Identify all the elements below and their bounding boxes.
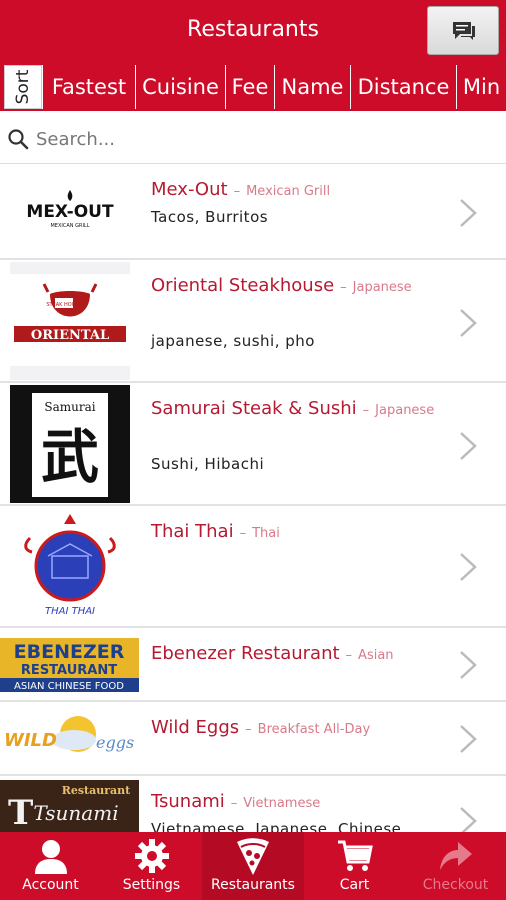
restaurant-cuisine: Breakfast All-Day [257, 722, 371, 737]
separator: – [230, 796, 238, 811]
restaurant-cuisine: Japanese [375, 403, 435, 418]
person-icon [34, 840, 67, 874]
restaurant-tags: Vietnamese, Japanese, Chinese [151, 820, 402, 832]
separator: – [245, 722, 252, 737]
chat-button[interactable] [427, 6, 499, 55]
tab-restaurants[interactable]: Restaurants [202, 832, 304, 900]
svg-text:MEXICAN GRILL: MEXICAN GRILL [50, 223, 89, 229]
svg-text:Tsunami: Tsunami [33, 801, 118, 825]
restaurant-row-samurai[interactable]: Samurai 武 Samurai Steak & Sushi – Japanese… [0, 383, 506, 506]
tab-label: Restaurants [211, 877, 295, 893]
restaurant-cuisine: Thai [252, 526, 280, 541]
restaurant-cuisine: Asian [358, 648, 394, 663]
search-input[interactable] [36, 124, 496, 154]
svg-text:THAI THAI: THAI THAI [45, 606, 95, 617]
sort-label: Sort [4, 65, 42, 109]
sort-name-button[interactable]: Name [274, 65, 350, 109]
bottom-tab-bar: Account Settings Restaurants Cart Checko… [0, 832, 506, 900]
svg-text:武: 武 [41, 423, 99, 491]
svg-text:T: T [8, 793, 33, 832]
restaurant-row-oriental-steakhouse[interactable]: STEAK HOUSE ORIENTAL Oriental Steakhouse… [0, 260, 506, 383]
search-icon [8, 129, 29, 150]
restaurant-row-wild-eggs[interactable]: WILD eggs Wild Eggs – Breakfast All-Day [0, 702, 506, 776]
sort-bar: Sort Fastest Cuisine Fee Name Distance M… [0, 63, 506, 111]
chevron-right-icon [460, 553, 477, 581]
tab-label: Account [22, 877, 79, 893]
svg-text:EBENEZER: EBENEZER [14, 641, 125, 663]
svg-text:Samurai: Samurai [44, 400, 95, 414]
svg-text:eggs: eggs [96, 733, 134, 752]
tab-cart[interactable]: Cart [304, 832, 405, 900]
svg-text:MEX-OUT: MEX-OUT [26, 202, 114, 222]
svg-text:ORIENTAL: ORIENTAL [31, 328, 109, 343]
tab-checkout[interactable]: Checkout [405, 832, 506, 900]
restaurant-tags: Sushi, Hibachi [151, 455, 265, 473]
restaurant-row-ebenezer[interactable]: EBENEZER RESTAURANT ASIAN CHINESE FOOD E… [0, 628, 506, 702]
restaurant-row-tsunami[interactable]: Restaurant T Tsunami Tsunami – Vietnamese … [0, 776, 506, 832]
sort-cuisine-button[interactable]: Cuisine [135, 65, 225, 109]
share-arrow-icon [439, 842, 472, 870]
restaurant-row-thai-thai[interactable]: THAI THAI Thai Thai – Thai [0, 506, 506, 628]
restaurant-name: Thai Thai [151, 521, 234, 542]
samurai-logo: Samurai 武 [10, 385, 130, 503]
tab-account[interactable]: Account [0, 832, 101, 900]
sort-fee-button[interactable]: Fee [225, 65, 274, 109]
restaurant-name: Oriental Steakhouse [151, 275, 335, 296]
restaurant-list: MEX-OUT MEXICAN GRILL Mex-Out – Mexican Gr… [0, 166, 506, 832]
separator: – [233, 184, 241, 199]
ebenezer-logo: EBENEZER RESTAURANT ASIAN CHINESE FOOD [0, 638, 139, 692]
separator: – [362, 403, 370, 418]
oriental-steakhouse-logo: STEAK HOUSE ORIENTAL [10, 262, 130, 380]
separator: – [340, 280, 347, 295]
svg-text:STEAK HOUSE: STEAK HOUSE [46, 302, 81, 308]
restaurant-name: Wild Eggs [151, 717, 240, 738]
sort-distance-button[interactable]: Distance [350, 65, 456, 109]
mex-out-logo: MEX-OUT MEXICAN GRILL [10, 176, 130, 250]
tab-label: Checkout [422, 877, 489, 893]
restaurant-cuisine: Mexican Grill [246, 184, 331, 199]
tab-label: Cart [339, 877, 370, 893]
separator: – [345, 648, 353, 663]
tab-settings[interactable]: Settings [101, 832, 202, 900]
chevron-right-icon [460, 651, 477, 679]
svg-text:WILD: WILD [4, 730, 57, 751]
cart-icon [337, 840, 373, 871]
top-bar: Restaurants [0, 0, 506, 63]
search-bar [0, 114, 506, 164]
tsunami-logo: Restaurant T Tsunami [0, 780, 139, 832]
gear-icon [134, 839, 169, 873]
restaurant-name: Mex-Out [151, 179, 228, 200]
restaurant-name: Ebenezer Restaurant [151, 643, 340, 664]
restaurant-cuisine: Vietnamese [243, 796, 321, 811]
wild-eggs-logo: WILD eggs [0, 710, 140, 766]
chevron-right-icon [460, 725, 477, 753]
restaurant-name: Samurai Steak & Sushi [151, 398, 357, 419]
restaurant-tags: Tacos, Burritos [151, 208, 269, 226]
restaurant-row-mex-out[interactable]: MEX-OUT MEXICAN GRILL Mex-Out – Mexican Gr… [0, 166, 506, 260]
thai-thai-logo: THAI THAI [10, 510, 130, 624]
restaurant-name: Tsunami [151, 791, 225, 812]
sort-label-text: Sort [13, 69, 33, 105]
chevron-right-icon [460, 199, 477, 227]
chevron-right-icon [460, 432, 477, 460]
pizza-icon [237, 838, 269, 875]
tab-label: Settings [122, 877, 181, 893]
restaurant-tags: japanese, sushi, pho [151, 332, 315, 350]
sort-fastest-button[interactable]: Fastest [42, 65, 135, 109]
chevron-right-icon [460, 807, 477, 832]
svg-text:Restaurant: Restaurant [62, 784, 131, 797]
svg-text:ASIAN CHINESE FOOD: ASIAN CHINESE FOOD [14, 681, 124, 692]
svg-text:RESTAURANT: RESTAURANT [21, 663, 117, 678]
chat-icon [453, 22, 475, 40]
chevron-right-icon [460, 309, 477, 337]
restaurant-cuisine: Japanese [352, 280, 412, 295]
separator: – [239, 526, 247, 541]
sort-min-button[interactable]: Min [456, 65, 506, 109]
